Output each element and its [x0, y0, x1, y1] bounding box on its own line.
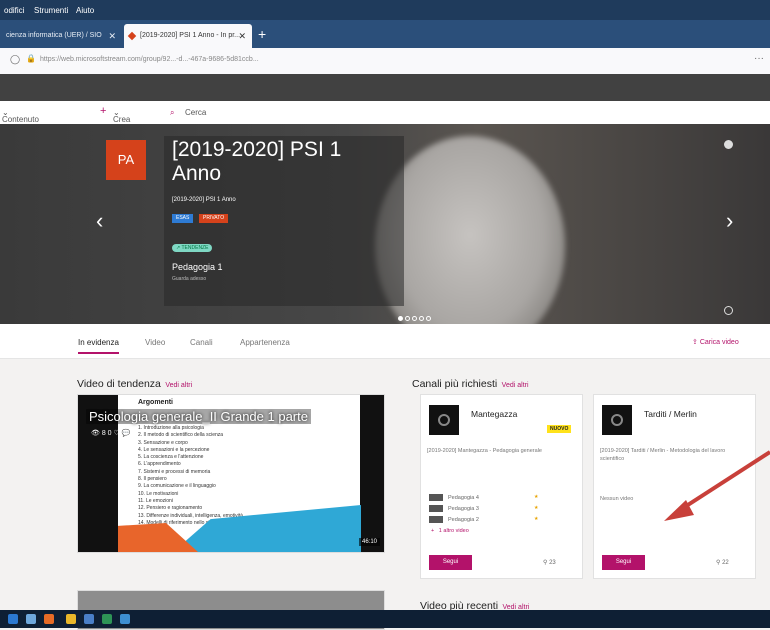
tab-channels[interactable]: Canali [190, 338, 213, 347]
section-title: Canali più richiesti [412, 378, 498, 390]
excel-icon[interactable] [102, 614, 112, 624]
tab-label: cienza informatica (UER) / SIO [6, 32, 102, 39]
channel-desc: [2019-2020] Tarditi / Merlin - Metodolog… [600, 448, 726, 462]
address-bar[interactable]: ◯ 🔒 https://web.microsoftstream.com/grou… [0, 48, 770, 75]
channel-video-item[interactable]: Pedagogia 3 ★ [429, 505, 538, 512]
search-icon: ⌕ [170, 108, 175, 117]
search-button[interactable]: Cerca [185, 108, 206, 117]
personal-content-menu[interactable]: Contenuto personale ⌄ [2, 108, 39, 133]
channel-name: Tarditi / Merlin [644, 409, 697, 419]
tab-videos[interactable]: Video [145, 338, 165, 347]
browser-tab-1[interactable]: cienza informatica (UER) / SIO ✕ [0, 24, 122, 48]
windows-taskbar [0, 610, 770, 628]
video-title: Psicologia generale_II Grande 1 parte [86, 409, 311, 424]
trending-header: Video di tendenza Vedi altri [77, 374, 192, 392]
video-stats: 👁 8 0 ♡ 💬 [91, 430, 131, 437]
browser-tabbar: cienza informatica (UER) / SIO ✕ [2019-2… [0, 20, 770, 48]
menu-item-edit[interactable]: odifici [4, 6, 24, 15]
settings-icon[interactable] [724, 140, 733, 149]
browser-menubar: odifici Strumenti Aiuto [0, 0, 770, 20]
hero-video-title[interactable]: Pedagogia 1 [172, 262, 223, 272]
page-title: [2019-2020] PSI 1 Anno [172, 138, 342, 185]
upload-button[interactable]: ⇪ Carica video [692, 338, 739, 346]
taskbar-app-icon[interactable] [26, 614, 36, 624]
url-text: https://web.microsoftstream.com/group/92… [40, 56, 259, 63]
trending-badge: ↗ TENDENZE [172, 244, 213, 252]
chevron-right-icon[interactable]: › [726, 208, 733, 234]
browser-tab-2[interactable]: [2019-2020] PSI 1 Anno - In pr... ✕ [124, 24, 252, 48]
mail-icon[interactable] [84, 614, 94, 624]
channel-logo [429, 405, 459, 435]
channels-header: Canali più richiesti Vedi altri [412, 374, 529, 392]
pause-icon[interactable] [724, 306, 733, 315]
channel-name: Mantegazza [471, 409, 518, 419]
menu-item-help[interactable]: Aiuto [76, 6, 94, 15]
tab-highlights[interactable]: In evidenza [78, 338, 119, 354]
stream-header [0, 74, 770, 101]
create-menu[interactable]: Crea ⌄ [113, 108, 130, 124]
channel-logo [602, 405, 632, 435]
hero-video-sub[interactable]: Guarda adesso [172, 276, 206, 282]
follow-button[interactable]: Segui [429, 555, 472, 570]
folder-icon[interactable] [66, 614, 76, 624]
followers-count: ⚲ 22 [716, 560, 729, 566]
slide-text: 1. Introduzione alla psicologia 2. Il met… [138, 425, 257, 526]
firefox-icon[interactable] [44, 614, 54, 624]
chevron-left-icon[interactable]: ‹ [96, 208, 103, 234]
close-tab-icon[interactable]: ✕ [238, 24, 246, 48]
video-card[interactable]: Argomenti 1. Introduzione alla psicologi… [77, 394, 385, 553]
channel-video-item[interactable]: Pedagogia 4 ★ [429, 494, 538, 501]
more-icon[interactable]: ··· [754, 53, 764, 64]
new-badge: NUOVO [547, 425, 572, 433]
start-icon[interactable] [8, 614, 18, 624]
group-subtitle: [2019-2020] PSI 1 Anno [172, 197, 236, 203]
channel-card-mantegazza[interactable]: Mantegazza NUOVO [2019-2020] Mantegazza … [420, 394, 583, 579]
new-tab-button[interactable]: + [258, 26, 266, 42]
favicon-icon [127, 31, 137, 41]
privacy-badge: PRIVATO [199, 214, 229, 223]
video-duration: 46:10 [358, 538, 380, 546]
more-videos-link[interactable]: + 1 altro video [431, 528, 469, 534]
follow-button[interactable]: Segui [602, 555, 645, 570]
tab-membership[interactable]: Appartenenza [240, 338, 290, 347]
channel-desc: [2019-2020] Mantegazza - Pedagogia gener… [427, 448, 542, 454]
followers-count: ⚲ 23 [543, 560, 556, 566]
group-avatar: PA [106, 140, 146, 180]
menu-item-tools[interactable]: Strumenti [34, 6, 68, 15]
tab-label: [2019-2020] PSI 1 Anno - In pr... [140, 32, 241, 39]
slide-heading: Argomenti [138, 399, 173, 406]
see-all-link[interactable]: Vedi altri [165, 382, 192, 389]
stream-toolbar: Contenuto personale ⌄ + Crea ⌄ ⌕ Cerca [0, 101, 770, 133]
lock-icon: 🔒 [26, 54, 36, 63]
close-tab-icon[interactable]: ✕ [108, 24, 116, 48]
channel-video-item[interactable]: Pedagogia 2 ★ [429, 516, 538, 523]
word-icon[interactable] [120, 614, 130, 624]
group-tabs: In evidenza Video Canali Appartenenza ⇪ … [0, 324, 770, 359]
section-title: Video di tendenza [77, 378, 161, 390]
shield-icon: ◯ [10, 54, 21, 64]
no-videos-text: Nessun video [600, 496, 634, 502]
channel-card-tarditi[interactable]: Tarditi / Merlin [2019-2020] Tarditi / M… [593, 394, 756, 579]
plus-icon: + [100, 105, 107, 117]
org-badge: ESAS [172, 214, 194, 223]
see-all-link[interactable]: Vedi altri [502, 382, 529, 389]
